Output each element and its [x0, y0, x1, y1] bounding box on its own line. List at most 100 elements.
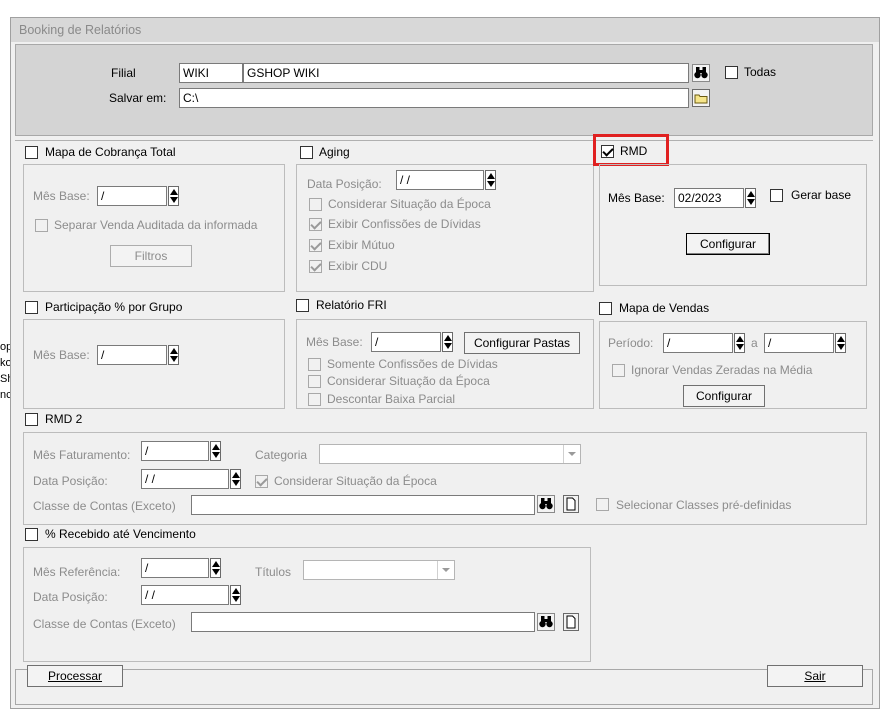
aging-opt2-label: Exibir Confissões de Dívidas — [328, 217, 481, 231]
mes-referencia-spinner[interactable] — [210, 558, 221, 578]
filtros-button[interactable]: Filtros — [110, 245, 192, 267]
rmd2-data-posicao-input[interactable]: / / — [141, 469, 229, 489]
filial-name-input[interactable]: GSHOP WIKI — [243, 63, 689, 83]
aging-opt2-checkbox[interactable] — [309, 218, 322, 231]
fri-mes-base-label: Mês Base: — [306, 335, 363, 349]
categoria-select[interactable] — [319, 444, 581, 464]
salvar-path-input[interactable]: C:\ — [179, 88, 689, 108]
gerar-base-label: Gerar base — [791, 188, 852, 202]
participacao-spinner[interactable] — [168, 345, 179, 365]
rmd2-data-posicao-spinner[interactable] — [230, 469, 241, 489]
periodo-from-spinner[interactable] — [734, 333, 745, 353]
fri-mes-base-input[interactable]: / — [371, 332, 441, 352]
participacao-mes-base-label: Mês Base: — [33, 348, 90, 362]
document-icon[interactable] — [563, 613, 579, 631]
header-separator — [15, 140, 873, 141]
mapa-vendas-configurar-button[interactable]: Configurar — [683, 385, 765, 407]
todas-checkbox[interactable] — [725, 66, 738, 79]
folder-icon[interactable] — [692, 89, 710, 107]
aging-opt3-label: Exibir Mútuo — [328, 238, 395, 252]
recebido-title: % Recebido até Vencimento — [45, 527, 196, 541]
fri-opt3-checkbox[interactable] — [308, 393, 321, 406]
salvar-label: Salvar em: — [109, 91, 167, 105]
participacao-checkbox[interactable] — [25, 301, 38, 314]
rmd2-considerar-label: Considerar Situação da Época — [274, 474, 437, 488]
mapa-cobranca-mes-base-input[interactable]: / — [97, 186, 167, 206]
mapa-cobranca-mes-base-label: Mês Base: — [33, 189, 90, 203]
fri-title: Relatório FRI — [316, 298, 387, 312]
mapa-vendas-title: Mapa de Vendas — [619, 301, 710, 315]
rmd-group — [599, 164, 867, 286]
selecionar-classes-label: Selecionar Classes pré-definidas — [616, 498, 792, 512]
recebido-classe-input[interactable] — [191, 612, 535, 632]
filial-label: Filial — [111, 66, 136, 80]
fri-checkbox[interactable] — [296, 299, 309, 312]
aging-title: Aging — [319, 145, 350, 159]
rmd-checkbox[interactable] — [601, 145, 614, 158]
mapa-cobranca-spinner[interactable] — [168, 186, 179, 206]
mapa-vendas-checkbox[interactable] — [599, 302, 612, 315]
rmd-mes-base-input[interactable]: 02/2023 — [674, 188, 744, 208]
aging-opt3-checkbox[interactable] — [309, 239, 322, 252]
sair-button[interactable]: Sair — [767, 665, 863, 687]
recebido-data-posicao-input[interactable]: / / — [141, 585, 229, 605]
rmd-title: RMD — [620, 144, 648, 158]
window-title: Booking de Relatórios — [11, 18, 879, 42]
rmd2-title: RMD 2 — [45, 412, 83, 426]
mapa-cobranca-checkbox[interactable] — [25, 146, 38, 159]
processar-button[interactable]: Processar — [27, 665, 123, 687]
mes-faturamento-label: Mês Faturamento: — [33, 448, 131, 462]
chevron-down-icon — [437, 561, 454, 579]
fri-opt3-label: Descontar Baixa Parcial — [327, 392, 456, 406]
mes-faturamento-spinner[interactable] — [210, 441, 221, 461]
rmd2-considerar-checkbox[interactable] — [255, 475, 268, 488]
binoculars-icon[interactable] — [537, 613, 555, 631]
rmd2-classe-label: Classe de Contas (Exceto) — [33, 499, 176, 513]
configurar-pastas-button[interactable]: Configurar Pastas — [464, 332, 580, 354]
fri-opt1-checkbox[interactable] — [308, 358, 321, 371]
mapa-cobranca-title: Mapa de Cobrança Total — [45, 145, 176, 159]
titulos-label: Títulos — [255, 565, 292, 579]
aging-data-posicao-spinner[interactable] — [485, 170, 496, 190]
categoria-label: Categoria — [255, 448, 308, 462]
participacao-mes-base-input[interactable]: / — [97, 345, 167, 365]
aging-data-posicao-label: Data Posição: — [307, 177, 382, 191]
aging-data-posicao-input[interactable]: / / — [396, 170, 484, 190]
periodo-a-label: a — [751, 336, 758, 350]
rmd2-classe-input[interactable] — [191, 495, 535, 515]
report-booking-window: Booking de Relatórios Filial WIKI GSHOP … — [10, 17, 880, 709]
titulos-select[interactable] — [303, 560, 455, 580]
recebido-data-posicao-spinner[interactable] — [230, 585, 241, 605]
filial-code-input[interactable]: WIKI — [179, 63, 243, 83]
binoculars-icon[interactable] — [537, 495, 555, 513]
fri-opt2-checkbox[interactable] — [308, 375, 321, 388]
document-icon[interactable] — [563, 495, 579, 513]
aging-checkbox[interactable] — [300, 146, 313, 159]
separar-venda-checkbox[interactable] — [35, 219, 48, 232]
rmd-configurar-button[interactable]: Configurar — [686, 233, 770, 255]
chevron-down-icon — [563, 445, 580, 463]
gerar-base-checkbox[interactable] — [770, 189, 783, 202]
recebido-checkbox[interactable] — [25, 528, 38, 541]
binoculars-icon[interactable] — [692, 64, 710, 82]
recebido-data-posicao-label: Data Posição: — [33, 590, 108, 604]
periodo-from-input[interactable]: / — [663, 333, 733, 353]
rmd2-checkbox[interactable] — [25, 413, 38, 426]
mes-referencia-label: Mês Referência: — [33, 565, 121, 579]
periodo-to-input[interactable]: / — [764, 333, 834, 353]
mes-referencia-input[interactable]: / — [141, 558, 209, 578]
mes-faturamento-input[interactable]: / — [141, 441, 209, 461]
selecionar-classes-checkbox[interactable] — [596, 498, 609, 511]
rmd-mes-base-spinner[interactable] — [745, 188, 756, 208]
aging-opt1-checkbox[interactable] — [309, 198, 322, 211]
periodo-to-spinner[interactable] — [835, 333, 846, 353]
aging-opt4-checkbox[interactable] — [309, 260, 322, 273]
periodo-label: Período: — [608, 336, 654, 350]
footer-panel — [15, 669, 873, 705]
rmd-mes-base-label: Mês Base: — [608, 191, 665, 205]
separar-venda-label: Separar Venda Auditada da informada — [54, 218, 258, 232]
aging-opt4-label: Exibir CDU — [328, 259, 388, 273]
ignorar-vendas-checkbox[interactable] — [612, 364, 625, 377]
fri-mes-base-spinner[interactable] — [442, 332, 453, 352]
fri-opt1-label: Somente Confissões de Dívidas — [327, 357, 498, 371]
